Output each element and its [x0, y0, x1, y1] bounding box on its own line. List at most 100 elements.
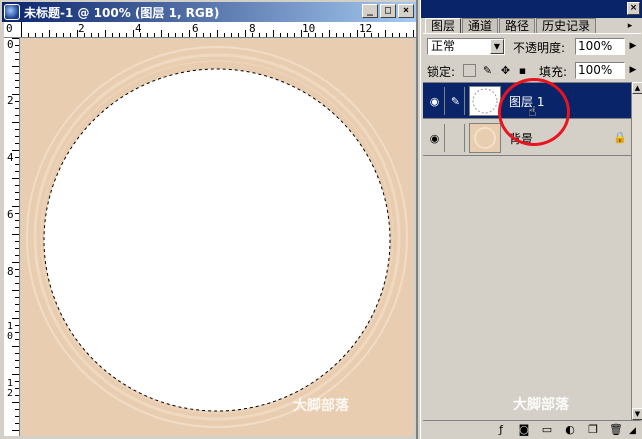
lock-paint-icon[interactable]: ✎: [481, 64, 494, 77]
tab-layers[interactable]: 图层: [425, 18, 462, 34]
ruler-tick: [15, 143, 19, 144]
lock-all-icon[interactable]: ▪: [516, 64, 529, 77]
layers-scrollbar[interactable]: ▲ ▼: [631, 82, 642, 420]
ruler-tick: [392, 33, 393, 37]
scroll-up-icon[interactable]: ▲: [632, 82, 642, 94]
panel-menu-arrow-icon[interactable]: ▸: [624, 20, 636, 32]
blend-mode-value: 正常: [431, 39, 456, 53]
layer-thumbnail[interactable]: [469, 123, 501, 153]
brush-icon[interactable]: ✎: [447, 87, 465, 115]
scroll-down-icon[interactable]: ▼: [632, 408, 642, 420]
opacity-input[interactable]: 100%: [575, 38, 625, 55]
ruler-tick: [259, 33, 260, 37]
eye-icon[interactable]: ◉: [425, 124, 445, 152]
horizontal-ruler[interactable]: 0 2 4 6 8 10 12: [4, 22, 416, 38]
ruler-tick: [196, 33, 197, 37]
ruler-tick: [42, 33, 43, 37]
ruler-tick: [12, 150, 19, 151]
ruler-tick: [231, 33, 232, 37]
adjustment-layer-icon[interactable]: ◐: [563, 423, 577, 437]
document-title: 未标题-1 @ 100% (图层 1, RGB): [24, 5, 220, 20]
fill-slider-arrow-icon[interactable]: ▶: [627, 62, 639, 79]
ruler-tick: [12, 66, 19, 67]
layer-mask-icon[interactable]: ◙: [517, 423, 531, 437]
ruler-tick: [15, 353, 19, 354]
ruler-tick: [70, 33, 71, 37]
panel-close-button[interactable]: ×: [627, 2, 640, 15]
ruler-tick: [15, 297, 19, 298]
ruler-tick: [280, 33, 281, 37]
photoshop-app-icon[interactable]: [4, 4, 20, 20]
ruler-tick: [238, 33, 239, 37]
opacity-slider-arrow-icon[interactable]: ▶: [627, 38, 639, 55]
lock-transparency-icon[interactable]: [463, 64, 476, 77]
new-group-icon[interactable]: ▭: [540, 423, 554, 437]
ruler-tick: [15, 101, 19, 102]
ruler-tick: [15, 416, 19, 417]
document-titlebar[interactable]: 未标题-1 @ 100% (图层 1, RGB) _ □ ×: [2, 2, 416, 22]
ruler-tick: [15, 367, 19, 368]
ruler-left-label: 2: [7, 94, 14, 107]
close-button[interactable]: ×: [398, 4, 414, 18]
lock-label: 锁定:: [427, 65, 456, 79]
thumbnail-preview: [472, 88, 498, 114]
ruler-tick: [140, 33, 141, 37]
chevron-down-icon[interactable]: ▼: [490, 39, 504, 54]
tab-paths[interactable]: 路径: [499, 18, 536, 34]
ruler-tick: [56, 33, 57, 37]
hand-cursor-icon: ☝: [528, 104, 537, 120]
ruler-tick: [126, 33, 127, 37]
image-canvas[interactable]: 大脚部落: [21, 39, 413, 436]
ruler-tick: [266, 33, 267, 37]
minimize-button[interactable]: _: [362, 4, 378, 18]
eye-icon[interactable]: ◉: [425, 87, 445, 115]
watermark-text: 大脚部落: [513, 397, 569, 413]
ruler-tick: [15, 108, 19, 109]
maximize-button[interactable]: □: [380, 4, 396, 18]
ruler-tick: [15, 332, 19, 333]
ruler-tick: [133, 30, 134, 37]
layer-style-icon[interactable]: ƒ: [494, 423, 508, 437]
ruler-tick: [224, 33, 225, 37]
ruler-tick: [203, 33, 204, 37]
ruler-tick: [12, 430, 19, 431]
ruler-tick: [12, 402, 19, 403]
ruler-tick: [217, 30, 218, 37]
tab-history[interactable]: 历史记录: [536, 18, 597, 34]
ruler-tick: [12, 178, 19, 179]
ruler-tick: [294, 33, 295, 37]
panel-titlebar[interactable]: ×: [421, 0, 642, 18]
layer-thumbnail[interactable]: [469, 86, 501, 116]
resize-grip-icon[interactable]: ◢: [629, 426, 641, 438]
ruler-tick: [21, 22, 22, 37]
blend-mode-select[interactable]: 正常 ▼: [427, 38, 505, 55]
ruler-left-label: 6: [7, 208, 14, 221]
ruler-tick: [343, 33, 344, 37]
fill-input[interactable]: 100%: [575, 62, 625, 79]
ruler-tick: [336, 33, 337, 37]
layers-panel: × 图层 通道 路径 历史记录 ▸ 正常 ▼ 不透明度: 100% ▶ 锁定: …: [420, 0, 642, 439]
vertical-ruler[interactable]: 0 2 4 6 8 10 12: [4, 38, 20, 436]
tab-channels[interactable]: 通道: [462, 18, 499, 34]
ruler-tick: [15, 304, 19, 305]
ruler-tick: [15, 213, 19, 214]
ruler-tick: [12, 94, 19, 95]
ruler-tick: [15, 185, 19, 186]
ruler-tick: [210, 33, 211, 37]
ruler-tick: [15, 283, 19, 284]
lock-move-icon[interactable]: ✥: [499, 64, 512, 77]
ruler-tick: [12, 38, 19, 39]
trash-icon[interactable]: 🗑: [609, 423, 623, 437]
new-layer-icon[interactable]: ❐: [586, 423, 600, 437]
ruler-tick: [385, 30, 386, 37]
ruler-tick: [315, 33, 316, 37]
ruler-tick: [15, 360, 19, 361]
opacity-label: 不透明度:: [513, 41, 566, 55]
document-window: 未标题-1 @ 100% (图层 1, RGB) _ □ × 0 2 4 6 8…: [0, 0, 418, 439]
ruler-tick: [77, 30, 78, 37]
link-slot[interactable]: [447, 124, 465, 152]
ruler-tick: [12, 206, 19, 207]
ruler-tick: [413, 30, 414, 37]
ruler-tick: [189, 30, 190, 37]
ruler-tick: [28, 33, 29, 37]
